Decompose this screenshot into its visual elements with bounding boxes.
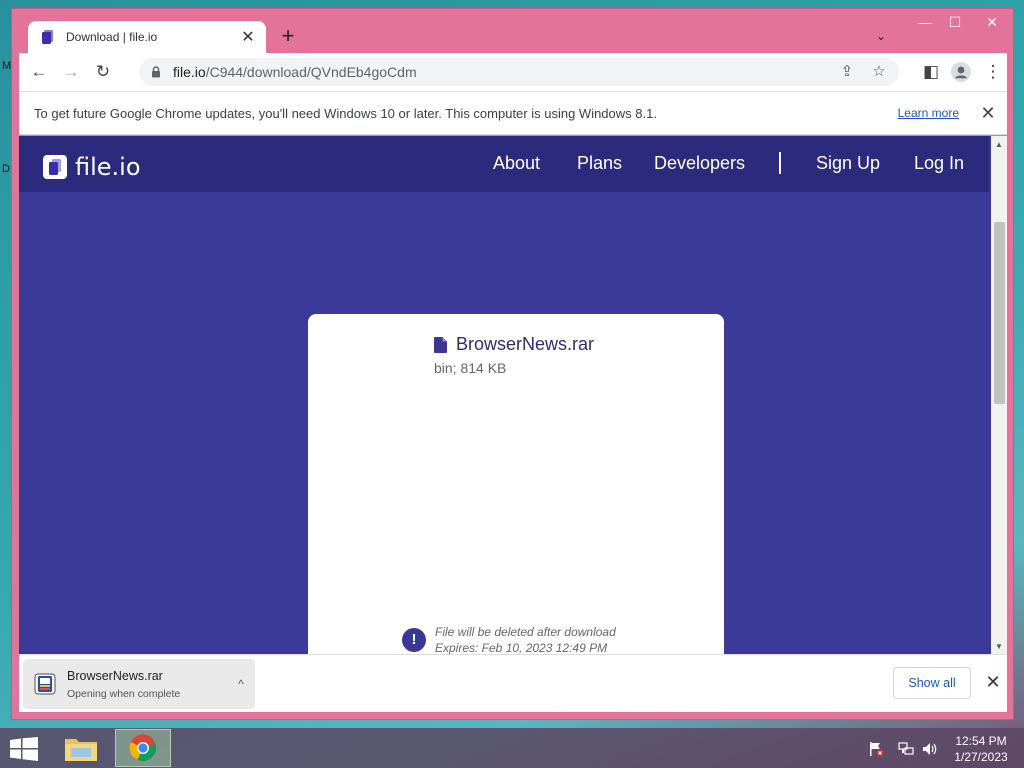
new-tab-button[interactable]: + — [276, 25, 300, 49]
shelf-close-icon[interactable]: ✕ — [981, 670, 1005, 694]
desktop-icon-label-d: D — [2, 163, 10, 175]
nav-about[interactable]: About — [493, 153, 540, 174]
update-infobar: To get future Google Chrome updates, you… — [19, 91, 1007, 135]
chrome-menu-icon[interactable]: ⋮ — [981, 60, 1005, 84]
tab-title: Download | file.io — [66, 30, 158, 44]
url-text: file.io/C944/download/QVndEb4goCdm — [173, 64, 417, 80]
tab-search-chevron-icon[interactable]: ⌄ — [876, 29, 886, 43]
browser-toolbar: ← → ↻ file.io/C944/download/QVndEb4goCdm… — [19, 53, 1007, 91]
profile-avatar-icon[interactable] — [951, 62, 971, 82]
folder-icon — [65, 739, 97, 761]
window-close-button[interactable]: ✕ — [970, 11, 1014, 35]
nav-plans[interactable]: Plans — [577, 153, 622, 174]
tab-close-icon[interactable]: ✕ — [240, 27, 256, 47]
clock-time: 12:54 PM — [955, 734, 1007, 748]
file-row: BrowserNews.rar — [434, 334, 594, 355]
learn-more-link[interactable]: Learn more — [898, 106, 959, 120]
network-icon[interactable] — [898, 741, 914, 757]
site-header: file.io About Plans Developers Sign Up L… — [19, 136, 989, 192]
clock-date: 1/27/2023 — [954, 750, 1008, 764]
file-meta: bin; 814 KB — [434, 360, 507, 376]
notice-line-1: File will be deleted after download — [435, 625, 616, 639]
infobar-message: To get future Google Chrome updates, you… — [34, 105, 657, 121]
download-card: BrowserNews.rar bin; 814 KB ! File will … — [308, 314, 724, 654]
download-status: Opening when complete — [67, 687, 181, 700]
file-icon — [434, 336, 447, 353]
tab-strip: Download | file.io ✕ + ⌄ — ☐ ✕ — [12, 9, 1013, 53]
bookmark-star-icon[interactable]: ☆ — [867, 60, 891, 84]
url-host: file.io — [173, 64, 206, 80]
action-center-flag-icon[interactable] — [868, 741, 884, 757]
nav-developers[interactable]: Developers — [654, 153, 745, 174]
back-arrow-icon[interactable]: ← — [27, 60, 51, 84]
notice-line-2: Expires: Feb 10, 2023 12:49 PM — [435, 641, 608, 654]
page-viewport: file.io About Plans Developers Sign Up L… — [19, 136, 1007, 654]
scrollbar-thumb[interactable] — [994, 222, 1005, 404]
share-icon[interactable]: ⇪ — [835, 60, 859, 84]
url-path: /C944/download/QVndEb4goCdm — [205, 64, 417, 80]
chrome-taskbar-button[interactable] — [115, 729, 171, 767]
nav-sign-up[interactable]: Sign Up — [816, 153, 880, 174]
forward-arrow-icon[interactable]: → — [59, 60, 83, 84]
window-minimize-button[interactable]: — — [910, 11, 940, 35]
deletion-notice: ! File will be deleted after download Ex… — [402, 624, 616, 654]
nav-divider — [779, 152, 781, 174]
logo-text: file.io — [75, 153, 141, 181]
windows-taskbar: 12:54 PM 1/27/2023 — [0, 728, 1024, 768]
volume-icon[interactable] — [922, 741, 938, 757]
download-shelf: BrowserNews.rar Opening when complete ^ … — [19, 654, 1007, 712]
lock-icon — [152, 66, 160, 78]
address-bar[interactable]: file.io/C944/download/QVndEb4goCdm ⇪ ☆ — [139, 58, 899, 86]
site-logo[interactable]: file.io — [43, 153, 141, 181]
fileio-favicon-icon — [42, 30, 53, 44]
show-all-button[interactable]: Show all — [893, 667, 971, 699]
fileio-logo-icon — [43, 155, 67, 179]
rar-archive-icon — [34, 673, 56, 695]
page-scrollbar[interactable]: ▲ ▼ — [991, 136, 1007, 654]
windows-start-icon[interactable] — [10, 737, 38, 761]
file-explorer-taskbar-button[interactable] — [54, 729, 110, 767]
scroll-down-arrow-icon[interactable]: ▼ — [991, 640, 1007, 654]
download-item[interactable]: BrowserNews.rar Opening when complete ^ — [23, 659, 255, 709]
download-file-name: BrowserNews.rar — [67, 668, 163, 683]
browser-window: Download | file.io ✕ + ⌄ — ☐ ✕ ← → ↻ fil… — [11, 8, 1014, 720]
window-maximize-button[interactable]: ☐ — [940, 11, 970, 35]
exclamation-icon: ! — [402, 628, 426, 652]
infobar-close-icon[interactable]: ✕ — [975, 103, 1001, 124]
side-panel-icon[interactable]: ◧ — [919, 60, 943, 84]
chrome-logo-icon — [129, 734, 157, 762]
file-name[interactable]: BrowserNews.rar — [456, 334, 594, 355]
reload-icon[interactable]: ↻ — [91, 60, 115, 84]
nav-log-in[interactable]: Log In — [914, 153, 964, 174]
desktop-icon-label-m: M — [2, 60, 12, 72]
system-clock[interactable]: 12:54 PM 1/27/2023 — [948, 733, 1014, 765]
chevron-up-icon[interactable]: ^ — [227, 677, 255, 691]
scroll-up-arrow-icon[interactable]: ▲ — [991, 138, 1007, 152]
tab-download[interactable]: Download | file.io ✕ — [28, 21, 266, 53]
